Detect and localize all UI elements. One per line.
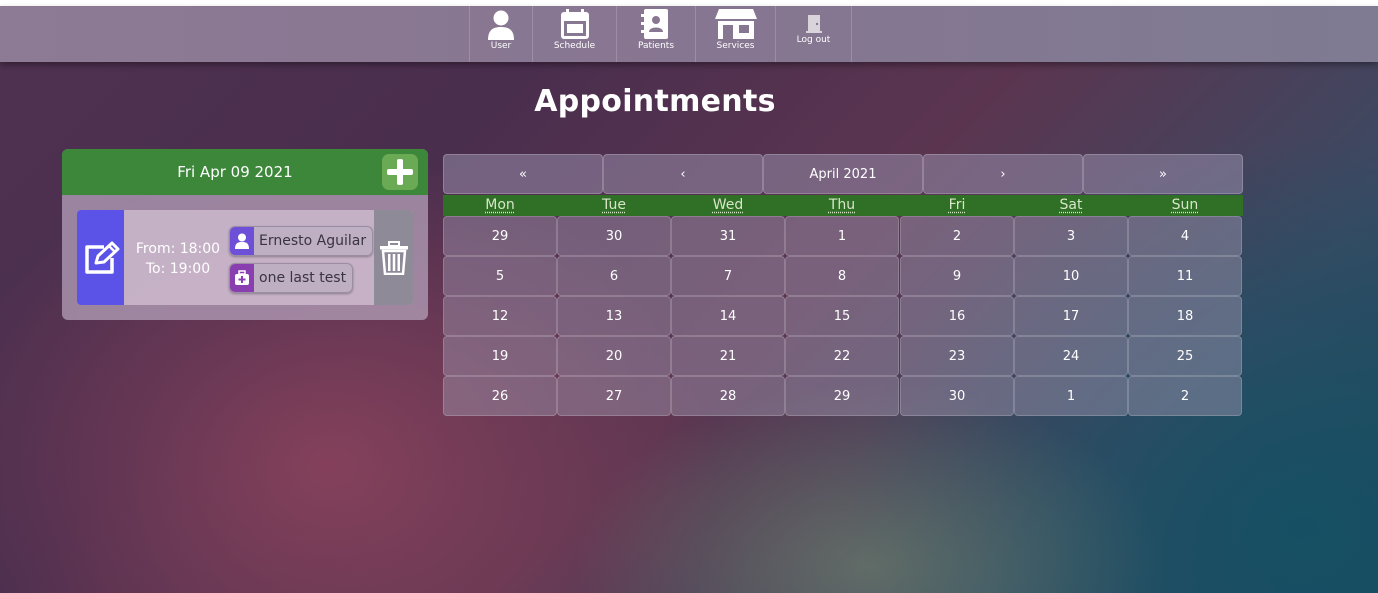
nav-patients-label: Patients bbox=[637, 41, 675, 51]
day-cell[interactable]: 18 bbox=[1128, 296, 1242, 336]
day-cell[interactable]: 23 bbox=[900, 336, 1014, 376]
nav-services[interactable]: Services bbox=[695, 6, 775, 62]
day-cell[interactable]: 21 bbox=[671, 336, 785, 376]
calendar-icon bbox=[560, 9, 589, 39]
day-cell[interactable]: 26 bbox=[443, 376, 557, 416]
day-cell[interactable]: 30 bbox=[557, 216, 671, 256]
weekday-sun: Sun bbox=[1171, 197, 1199, 213]
day-cell[interactable]: 2 bbox=[1128, 376, 1242, 416]
day-cell[interactable]: 28 bbox=[671, 376, 785, 416]
day-cell[interactable]: 15 bbox=[785, 296, 899, 336]
address-book-icon bbox=[641, 9, 668, 39]
day-cell[interactable]: 17 bbox=[1014, 296, 1128, 336]
next-month-button[interactable]: › bbox=[923, 154, 1083, 194]
top-navbar: User Schedule Patients Services Log out bbox=[0, 6, 1378, 62]
day-cell[interactable]: 12 bbox=[443, 296, 557, 336]
weekday-sat: Sat bbox=[1059, 197, 1083, 213]
nav-user[interactable]: User bbox=[469, 6, 532, 62]
day-cell[interactable]: 24 bbox=[1014, 336, 1128, 376]
nav-services-label: Services bbox=[716, 41, 755, 51]
day-cell[interactable]: 14 bbox=[671, 296, 785, 336]
weekday-tue: Tue bbox=[602, 197, 626, 213]
day-cell[interactable]: 29 bbox=[785, 376, 899, 416]
weekday-mon: Mon bbox=[485, 197, 515, 213]
nav-user-label: User bbox=[490, 41, 512, 51]
appointment-from: From: 18:00 bbox=[135, 241, 221, 257]
appointment-card: From: 18:00 To: 19:00 Ernesto Aguilar on… bbox=[77, 210, 413, 305]
prev-year-button[interactable]: « bbox=[443, 154, 603, 194]
day-cell[interactable]: 30 bbox=[900, 376, 1014, 416]
page-title: Appointments bbox=[534, 84, 776, 119]
plus-icon bbox=[387, 159, 413, 185]
day-cell[interactable]: 11 bbox=[1128, 256, 1242, 296]
weekday-thu: Thu bbox=[828, 197, 856, 213]
day-panel-header: Fri Apr 09 2021 bbox=[62, 149, 428, 195]
weekday-fri: Fri bbox=[948, 197, 966, 213]
service-chip-icon-box bbox=[230, 264, 254, 292]
nav-logout-label: Log out bbox=[796, 35, 831, 45]
day-cell[interactable]: 8 bbox=[785, 256, 899, 296]
trash-icon bbox=[379, 240, 408, 275]
store-icon bbox=[714, 9, 757, 39]
day-cell[interactable]: 16 bbox=[900, 296, 1014, 336]
day-appointments-panel: Fri Apr 09 2021 From: 18:00 To: 19:00 Er… bbox=[62, 149, 428, 320]
month-label[interactable]: April 2021 bbox=[763, 154, 923, 194]
day-cell[interactable]: 5 bbox=[443, 256, 557, 296]
day-cell[interactable]: 20 bbox=[557, 336, 671, 376]
edit-appointment-button[interactable] bbox=[77, 210, 124, 305]
day-cell[interactable]: 27 bbox=[557, 376, 671, 416]
medkit-icon bbox=[235, 270, 249, 285]
nav-schedule[interactable]: Schedule bbox=[532, 6, 616, 62]
nav-schedule-label: Schedule bbox=[553, 41, 596, 51]
day-cell[interactable]: 22 bbox=[785, 336, 899, 376]
day-cell[interactable]: 4 bbox=[1128, 216, 1242, 256]
day-cell[interactable]: 1 bbox=[785, 216, 899, 256]
door-icon bbox=[805, 15, 822, 33]
user-icon bbox=[235, 233, 249, 249]
day-cell[interactable]: 29 bbox=[443, 216, 557, 256]
prev-month-button[interactable]: ‹ bbox=[603, 154, 763, 194]
day-cell[interactable]: 9 bbox=[900, 256, 1014, 296]
patient-chip-icon-box bbox=[230, 227, 254, 255]
nav-logout[interactable]: Log out bbox=[775, 6, 852, 62]
day-cell[interactable]: 1 bbox=[1014, 376, 1128, 416]
service-chip[interactable]: one last test bbox=[229, 263, 354, 293]
patient-chip[interactable]: Ernesto Aguilar bbox=[229, 226, 374, 256]
next-year-button[interactable]: » bbox=[1083, 154, 1243, 194]
day-cell[interactable]: 7 bbox=[671, 256, 785, 296]
day-cell[interactable]: 19 bbox=[443, 336, 557, 376]
patient-name: Ernesto Aguilar bbox=[259, 233, 367, 249]
selected-date: Fri Apr 09 2021 bbox=[177, 163, 293, 181]
day-cell[interactable]: 25 bbox=[1128, 336, 1242, 376]
nav-patients[interactable]: Patients bbox=[616, 6, 695, 62]
day-cell[interactable]: 2 bbox=[900, 216, 1014, 256]
service-name: one last test bbox=[259, 270, 347, 286]
delete-appointment-button[interactable] bbox=[374, 210, 413, 305]
user-icon bbox=[488, 10, 514, 40]
add-appointment-button[interactable] bbox=[382, 154, 418, 190]
weekday-wed: Wed bbox=[712, 197, 744, 213]
calendar-grid: 29 30 31 1 2 3 4 5 6 7 8 9 10 11 12 13 1… bbox=[443, 216, 1243, 416]
appointment-times: From: 18:00 To: 19:00 bbox=[127, 239, 229, 279]
day-cell[interactable]: 13 bbox=[557, 296, 671, 336]
calendar-navigation: « ‹ April 2021 › » bbox=[443, 154, 1243, 194]
edit-icon bbox=[84, 241, 119, 274]
day-cell[interactable]: 31 bbox=[671, 216, 785, 256]
day-cell[interactable]: 3 bbox=[1014, 216, 1128, 256]
weekday-header: Mon Tue Wed Thu Fri Sat Sun bbox=[443, 195, 1243, 216]
appointment-to: To: 19:00 bbox=[145, 261, 211, 277]
day-cell[interactable]: 10 bbox=[1014, 256, 1128, 296]
day-cell[interactable]: 6 bbox=[557, 256, 671, 296]
